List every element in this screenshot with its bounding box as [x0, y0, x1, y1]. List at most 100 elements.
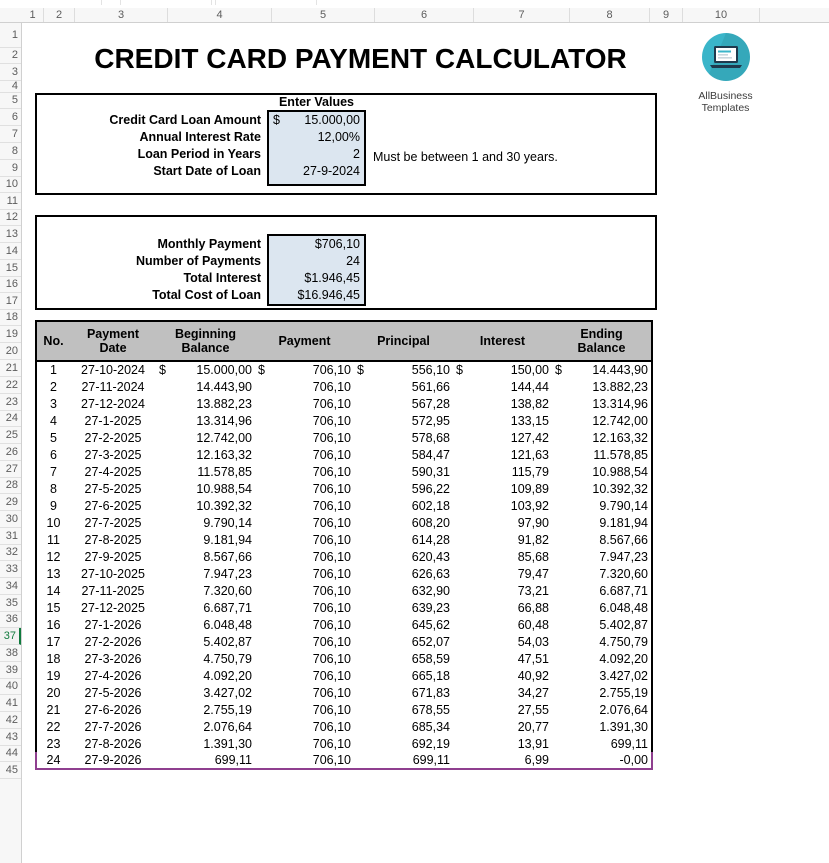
- row-header-21[interactable]: 21: [0, 360, 21, 377]
- row-header-6[interactable]: 6: [0, 109, 21, 126]
- row-header-33[interactable]: 33: [0, 561, 21, 578]
- row-header-11[interactable]: 11: [0, 193, 21, 210]
- cell-interest: 133,15: [510, 413, 549, 428]
- column-header-7[interactable]: 7: [474, 8, 570, 22]
- cell-principal: 596,22: [411, 481, 450, 496]
- row-header-34[interactable]: 34: [0, 578, 21, 595]
- column-header-6[interactable]: 6: [375, 8, 474, 22]
- row-header-20[interactable]: 20: [0, 343, 21, 360]
- cell-payment: 706,10: [312, 651, 351, 666]
- cell-payment-date: 27-12-2024: [81, 396, 145, 411]
- row-header-41[interactable]: 41: [0, 695, 21, 712]
- row-header-14[interactable]: 14: [0, 243, 21, 260]
- cell-no: 12: [35, 548, 70, 565]
- cell-payment: 706,10: [312, 736, 351, 751]
- table-row: 24 27-9-2026 699,11 706,10 699,11 6,99 -0,00: [35, 752, 653, 770]
- browser-tab-stub[interactable]: [0, 0, 102, 5]
- column-header-8[interactable]: 8: [570, 8, 650, 22]
- cell-payment: 706,10: [312, 379, 351, 394]
- cell-currency-ending: [552, 718, 566, 735]
- row-header-26[interactable]: 26: [0, 444, 21, 461]
- row-header-39[interactable]: 39: [0, 662, 21, 679]
- browser-tab-stub[interactable]: [120, 0, 212, 5]
- row-header-35[interactable]: 35: [0, 595, 21, 612]
- row-header-42[interactable]: 42: [0, 712, 21, 729]
- cell-currency-payment: [255, 633, 269, 650]
- loan-period-value[interactable]: 2: [273, 146, 360, 163]
- browser-tab-stub[interactable]: [215, 0, 317, 5]
- cell-no: 23: [35, 735, 70, 752]
- row-header-44[interactable]: 44: [0, 746, 21, 762]
- column-header-4[interactable]: 4: [168, 8, 272, 22]
- column-header-3[interactable]: 3: [75, 8, 168, 22]
- row-header-7[interactable]: 7: [0, 126, 21, 143]
- row-header-36[interactable]: 36: [0, 612, 21, 628]
- row-header-1[interactable]: 1: [0, 23, 21, 48]
- row-header-5[interactable]: 5: [0, 93, 21, 109]
- column-header-10[interactable]: 10: [683, 8, 760, 22]
- cell-currency-beginning: [156, 633, 170, 650]
- row-header-38[interactable]: 38: [0, 645, 21, 662]
- cell-ending-balance: 7.320,60: [566, 565, 653, 582]
- cell-interest: 34,27: [517, 685, 549, 700]
- cell-currency-interest: [453, 548, 467, 565]
- cell-currency-ending: [552, 684, 566, 701]
- start-date-value[interactable]: 27-9-2024: [273, 163, 360, 180]
- cell-interest: 115,79: [511, 464, 549, 479]
- row-header-40[interactable]: 40: [0, 679, 21, 695]
- row-header-8[interactable]: 8: [0, 143, 21, 160]
- loan-amount-value[interactable]: 15.000,00: [273, 112, 360, 129]
- row-header-17[interactable]: 17: [0, 293, 21, 310]
- row-header-15[interactable]: 15: [0, 260, 21, 277]
- row-header-3[interactable]: 3: [0, 64, 21, 81]
- column-header-9[interactable]: 9: [650, 8, 683, 22]
- row-header-12[interactable]: 12: [0, 210, 21, 226]
- row-header-13[interactable]: 13: [0, 226, 21, 243]
- table-row: 11 27-8-2025 9.181,94 706,10 614,28 91,82 8.56…: [35, 531, 653, 548]
- cell-currency-ending: [552, 412, 566, 429]
- row-header-29[interactable]: 29: [0, 494, 21, 511]
- cell-payment-date: 27-8-2025: [84, 532, 142, 547]
- column-header-2[interactable]: 2: [44, 8, 75, 22]
- row-header-18[interactable]: 18: [0, 310, 21, 326]
- row-header-16[interactable]: 16: [0, 277, 21, 293]
- col-header-ending-balance: Ending Balance: [552, 320, 653, 362]
- row-header-23[interactable]: 23: [0, 394, 21, 411]
- row-header-27[interactable]: 27: [0, 461, 21, 478]
- column-header-1[interactable]: 1: [22, 8, 44, 22]
- row-header-37[interactable]: 37: [0, 628, 21, 645]
- cell-currency-ending: [552, 514, 566, 531]
- cell-payment-date: 27-6-2026: [84, 702, 142, 717]
- cell-no: 7: [35, 463, 70, 480]
- row-header-22[interactable]: 22: [0, 377, 21, 394]
- cell-payment-date: 27-2-2025: [84, 430, 142, 445]
- row-header-43[interactable]: 43: [0, 729, 21, 746]
- row-header-9[interactable]: 9: [0, 160, 21, 177]
- cell-currency-principal: [354, 531, 368, 548]
- interest-rate-value[interactable]: 12,00%: [273, 129, 360, 146]
- row-header-25[interactable]: 25: [0, 427, 21, 444]
- row-header-10[interactable]: 10: [0, 177, 21, 193]
- cell-currency-interest: [453, 684, 467, 701]
- row-header-28[interactable]: 28: [0, 478, 21, 494]
- cell-currency-interest: [453, 667, 467, 684]
- cell-beginning-balance: 4.092,20: [203, 668, 252, 683]
- row-header-30[interactable]: 30: [0, 511, 21, 528]
- row-header-19[interactable]: 19: [0, 326, 21, 343]
- cell-principal: 692,19: [411, 736, 450, 751]
- label-total-cost: Total Cost of Loan: [152, 288, 261, 302]
- cell-currency-payment: [255, 480, 269, 497]
- column-header-5[interactable]: 5: [272, 8, 375, 22]
- row-header-4[interactable]: 4: [0, 81, 21, 93]
- row-header-24[interactable]: 24: [0, 411, 21, 427]
- row-header-2[interactable]: 2: [0, 48, 21, 64]
- cell-principal: 602,18: [411, 498, 450, 513]
- row-header-32[interactable]: 32: [0, 545, 21, 561]
- cell-currency-payment: [255, 684, 269, 701]
- cell-payment-date: 27-7-2025: [84, 515, 142, 530]
- cell-payment: 706,10: [312, 447, 351, 462]
- row-header-45[interactable]: 45: [0, 762, 21, 779]
- cell-payment: 706,10: [269, 752, 354, 770]
- row-header-31[interactable]: 31: [0, 528, 21, 545]
- cell-ending-balance: 8.567,66: [566, 531, 653, 548]
